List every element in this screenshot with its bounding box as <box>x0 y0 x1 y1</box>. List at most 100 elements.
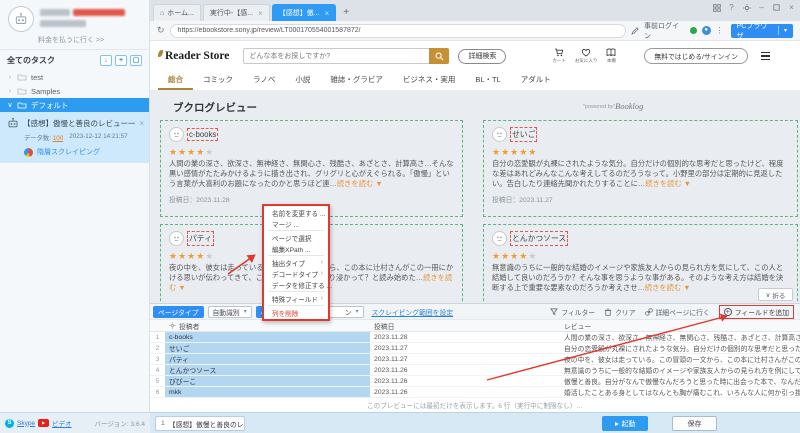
user-avatar[interactable] <box>8 6 34 32</box>
menu-item-select-on-page[interactable]: ページで選択 <box>264 232 328 243</box>
data-count-link[interactable]: 100 <box>53 135 64 142</box>
tree-item-samples[interactable]: › Samples <box>0 84 149 98</box>
import-task-button[interactable]: ↓ <box>100 55 112 66</box>
clear-button[interactable]: クリア <box>604 307 636 317</box>
menu-item-extract-type[interactable]: 抽出タイプ › <box>264 257 328 268</box>
nav-tab-lanobe[interactable]: ラノベ <box>243 71 285 90</box>
tree-item-test[interactable]: › test <box>0 70 149 84</box>
submenu-arrow-icon: › <box>320 295 323 302</box>
prelogin-label[interactable]: 事前ログイン <box>644 21 685 41</box>
menu-item-delete-column[interactable]: 列を削除 <box>264 307 328 318</box>
page-type-button[interactable]: ページタイプ <box>153 305 204 318</box>
settings-gear-icon[interactable] <box>742 3 751 12</box>
menu-item-rename[interactable]: 名前を変更する ... <box>264 207 328 218</box>
tab-home[interactable]: ⌂ ホーム... <box>153 4 201 21</box>
menu-item-merge[interactable]: マージ ... <box>264 218 328 229</box>
close-task-icon[interactable]: × <box>139 119 144 128</box>
reviewer-name[interactable]: せいご <box>509 127 538 142</box>
nav-tab-magazine[interactable]: 雑誌・グラビア <box>320 71 393 90</box>
table-row[interactable]: 6 mkk 2023.11.26 婚活したことある身としてはなんとも胸が痛むこれ、いろ… <box>150 387 800 398</box>
maximize-button[interactable] <box>772 3 781 12</box>
search-button[interactable] <box>429 48 450 64</box>
table-row[interactable]: 2 せいご 2023.11.27 自分の恋愛観が丸裸にされたような気分。自分だけの個別… <box>150 343 800 354</box>
hamburger-menu-icon[interactable] <box>760 51 770 61</box>
skype-icon: S <box>5 418 14 428</box>
nav-tab-novel[interactable]: 小説 <box>285 71 320 90</box>
review-card[interactable]: とんかつソース ★★★★★ 無意識のうちに一般的な結婚のイメージや家族友人からの… <box>483 224 798 303</box>
table-row[interactable]: 5 びびーこ 2023.11.26 傲慢と善良。自分がなんで傲慢なんだろうと思った時に… <box>150 376 800 387</box>
column-header-author[interactable]: 投稿者 <box>165 321 370 331</box>
menu-item-modify-data[interactable]: データを修正する ... <box>264 279 332 290</box>
nav-tab-general[interactable]: 総合 <box>158 71 193 90</box>
new-tab-button[interactable]: + <box>338 7 354 18</box>
menu-item-edit-xpath[interactable]: 編集XPath ... <box>264 243 328 254</box>
tree-item-label: デフォルト <box>31 100 69 110</box>
signin-button[interactable]: 無料ではじめる/サインイン <box>644 48 748 64</box>
menu-item-special-field[interactable]: 特殊フィールド › <box>264 293 328 304</box>
search-input[interactable] <box>243 48 430 64</box>
pay-link[interactable]: 料金を払うに行く >> <box>0 34 149 50</box>
video-link[interactable]: ビデオ <box>52 418 72 428</box>
tab-running-task[interactable]: 実行中-【感... × <box>202 4 270 21</box>
column-header-review[interactable]: レビュー <box>560 321 800 331</box>
tab-current-task[interactable]: 【感想】傲... × <box>271 4 337 21</box>
filter-button[interactable]: フィルター <box>550 307 595 317</box>
user-status-icon[interactable]: ● <box>701 26 711 35</box>
tab-label: ホーム... <box>167 10 194 17</box>
favorites-button[interactable]: お気に入り <box>575 48 597 64</box>
url-input[interactable] <box>169 23 627 38</box>
reviewer-avatar <box>169 231 184 246</box>
browser-mode-button[interactable]: PCブラウザ ▾ <box>730 23 794 40</box>
add-field-button[interactable]: + フィールドを追加 <box>718 304 794 319</box>
window-controls: ? – × <box>712 3 796 12</box>
task-item[interactable]: 【感想】傲慢と善良のレビュー一覧(ソニ... × データ数: 100 2023-… <box>0 112 149 163</box>
tree-item-label: Samples <box>31 86 61 96</box>
reviewer-name[interactable]: c-books <box>186 128 219 141</box>
table-row[interactable]: 3 パティ 2023.11.27 夜の中を、彼女は走っている。この冒頭の一文から、この… <box>150 354 800 365</box>
more-options-icon[interactable]: ⋮ <box>716 26 724 35</box>
store-logo[interactable]: Reader Store <box>158 49 229 62</box>
scrape-type-label: 階層スクレイピング <box>37 149 100 156</box>
nav-tab-comic[interactable]: コミック <box>193 71 243 90</box>
new-group-button[interactable]: + <box>115 55 127 66</box>
edit-pencil-icon[interactable] <box>631 26 639 35</box>
column-header-date[interactable]: 投稿日 <box>370 321 560 331</box>
read-more-link[interactable]: 続きを読む ▼ <box>645 179 691 188</box>
run-button[interactable]: 起動 <box>602 416 648 431</box>
scrape-range-link[interactable]: スクレイピング範囲を設定 <box>372 307 454 317</box>
tree-item-default[interactable]: ∨ デフォルト <box>0 98 149 112</box>
nav-tab-bltl[interactable]: BL・TL <box>465 71 510 90</box>
advanced-search-button[interactable]: 詳細検索 <box>458 48 507 64</box>
task-sidebar: 料金を払うに行く >> 全てのタスク ↓ + ▢ › test › Sample… <box>0 0 150 412</box>
reviewer-name[interactable]: パティ <box>187 231 214 246</box>
reviewer-name[interactable]: とんかつソース <box>509 231 569 246</box>
close-tab-icon[interactable]: × <box>258 9 263 18</box>
user-account-section <box>0 0 149 34</box>
goto-detail-page-button[interactable]: 詳細ページに行く <box>644 307 710 317</box>
chevron-down-icon: ∨ <box>765 291 771 299</box>
grid-menu-icon[interactable] <box>712 3 721 12</box>
help-icon[interactable]: ? <box>727 3 736 12</box>
menu-item-decode-type[interactable]: デコードタイプ › <box>264 268 328 279</box>
redacted-badge <box>73 9 125 16</box>
skype-link[interactable]: Skype <box>17 420 35 427</box>
close-window-button[interactable]: × <box>787 3 796 12</box>
save-button[interactable]: 保存 <box>672 416 717 431</box>
read-more-link[interactable]: 続きを読む ▼ <box>337 179 383 188</box>
bookshelf-button[interactable]: 本棚 <box>606 48 616 64</box>
refresh-icon[interactable]: ↻ <box>157 25 165 36</box>
cart-button[interactable]: カート <box>552 48 566 64</box>
read-more-link[interactable]: 続きを読む ▼ <box>645 283 691 292</box>
review-card[interactable]: c-books ★★★★★ 人間の業の深さ、欲深さ、無神経さ、無関心さ、残酷さ、… <box>160 120 463 217</box>
new-task-button[interactable]: ▢ <box>130 55 142 66</box>
page-type-select[interactable]: 自動識別 ▾ <box>207 305 252 318</box>
collapse-panel-button[interactable]: ∨ 折る <box>758 288 793 301</box>
task-tab-chip[interactable]: 1 【感想】傲慢と善良のレビュー... <box>155 416 245 431</box>
nav-tab-business[interactable]: ビジネス・実用 <box>393 71 466 90</box>
table-row[interactable]: 1 c-books 2023.11.28 人間の業の深さ、欲深さ、無神経さ、無関心さ、… <box>150 332 800 343</box>
minimize-button[interactable]: – <box>757 3 766 12</box>
nav-tab-adult[interactable]: アダルト <box>511 71 561 90</box>
table-row[interactable]: 4 とんかつソース 2023.11.26 無意識のうちに一般的な結婚のイメージや家族友… <box>150 365 800 376</box>
review-card[interactable]: せいご ★★★★★ 自分の恋愛観が丸裸にされたような気分。自分だけの個別的な思考… <box>483 120 798 217</box>
close-tab-icon[interactable]: × <box>325 9 330 18</box>
